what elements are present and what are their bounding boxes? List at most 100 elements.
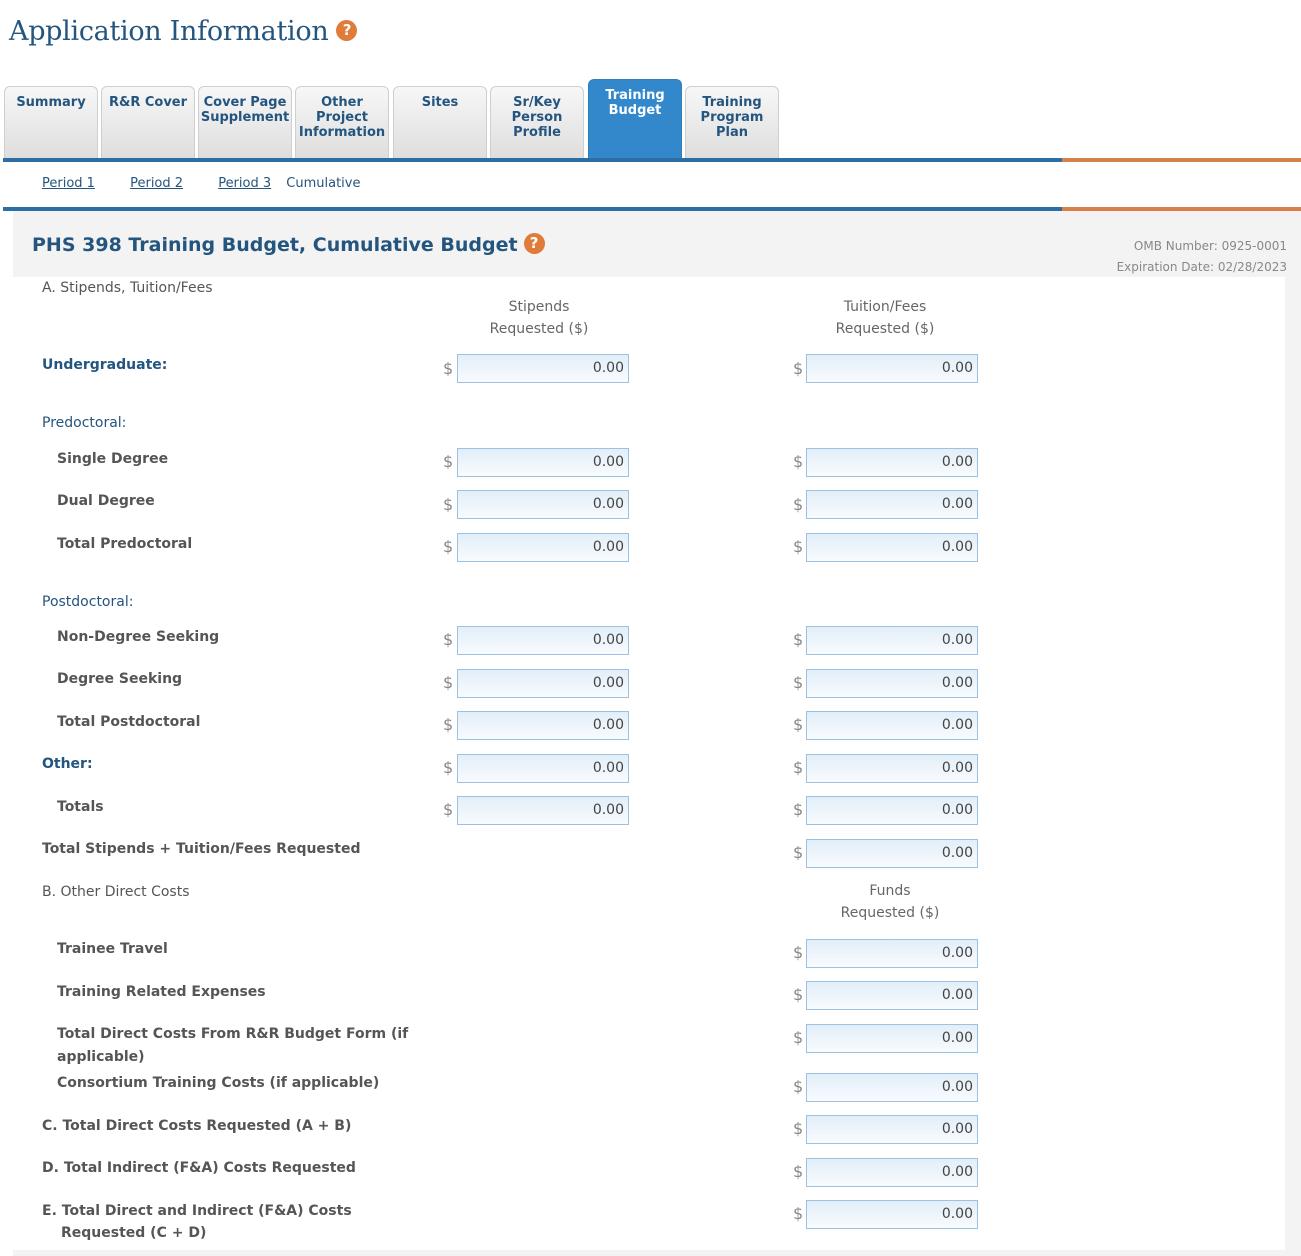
currency-symbol: $: [793, 758, 804, 777]
currency-symbol: $: [443, 359, 454, 378]
degree-seeking-label: Degree Seeking: [57, 671, 183, 687]
total-indirect-costs-label: D. Total Indirect (F&A) Costs Requested: [42, 1160, 356, 1176]
other-tuition-field[interactable]: 0.00: [806, 754, 978, 783]
currency-symbol: $: [443, 495, 454, 514]
total-predoctoral-label: Total Predoctoral: [57, 536, 193, 552]
undergraduate-stipend-field[interactable]: 0.00: [457, 354, 629, 383]
other-label: Other:: [42, 756, 93, 772]
page-title: Application Information?: [9, 16, 358, 47]
consortium-training-costs-label: Consortium Training Costs (if applicable…: [57, 1075, 380, 1091]
training-related-expenses-label: Training Related Expenses: [57, 984, 266, 1000]
currency-symbol: $: [793, 1119, 804, 1138]
single-degree-stipend-field[interactable]: 0.00: [457, 448, 629, 477]
currency-symbol: $: [793, 985, 804, 1004]
total-direct-costs-label: C. Total Direct Costs Requested (A + B): [42, 1118, 352, 1134]
currency-symbol: $: [793, 495, 804, 514]
undergraduate-label: Undergraduate:: [42, 357, 168, 373]
form-title-text: PHS 398 Training Budget, Cumulative Budg…: [32, 234, 518, 256]
currency-symbol: $: [793, 452, 804, 471]
non-degree-seeking-label: Non-Degree Seeking: [57, 629, 220, 645]
undergraduate-tuition-field[interactable]: 0.00: [806, 354, 978, 383]
period-1-link[interactable]: Period 1: [42, 176, 95, 191]
currency-symbol: $: [793, 630, 804, 649]
page-title-text: Application Information: [9, 16, 329, 47]
tab-divider-accent: [1062, 158, 1301, 162]
currency-symbol: $: [793, 943, 804, 962]
single-degree-label: Single Degree: [57, 451, 169, 467]
total-postdoctoral-stipend-field[interactable]: 0.00: [457, 711, 629, 740]
totals-tuition-field[interactable]: 0.00: [806, 796, 978, 825]
tuition-header-line1: Tuition/Fees: [843, 299, 927, 315]
stipends-column-header: Stipends Requested ($): [459, 296, 619, 340]
currency-symbol: $: [793, 1204, 804, 1223]
total-direct-indirect-label-line1: E. Total Direct and Indirect (F&A) Costs: [42, 1203, 352, 1219]
total-direct-costs-field[interactable]: 0.00: [806, 1115, 978, 1144]
section-b-heading: B. Other Direct Costs: [42, 884, 190, 900]
omb-number: OMB Number: 0925-0001: [1133, 239, 1287, 253]
degree-seeking-stipend-field[interactable]: 0.00: [457, 669, 629, 698]
tab-cover-page-supplement[interactable]: Cover Page Supplement: [198, 86, 292, 158]
tab-divider: [3, 158, 1062, 162]
degree-seeking-tuition-field[interactable]: 0.00: [806, 669, 978, 698]
total-direct-indirect-field[interactable]: 0.00: [806, 1200, 978, 1229]
help-icon[interactable]: ?: [336, 20, 358, 41]
tab-sr-key-person-profile[interactable]: Sr/Key Person Profile: [490, 86, 584, 158]
period-2-link[interactable]: Period 2: [130, 176, 183, 191]
currency-symbol: $: [793, 1162, 804, 1181]
other-stipend-field[interactable]: 0.00: [457, 754, 629, 783]
single-degree-tuition-field[interactable]: 0.00: [806, 448, 978, 477]
total-direct-rr-label-line1: Total Direct Costs From R&R Budget Form …: [57, 1026, 409, 1042]
total-stipends-tuition-label: Total Stipends + Tuition/Fees Requested: [42, 841, 361, 857]
funds-header-line1: Funds: [869, 883, 911, 899]
non-degree-stipend-field[interactable]: 0.00: [457, 626, 629, 655]
consortium-training-costs-field[interactable]: 0.00: [806, 1073, 978, 1102]
section-a-heading: A. Stipends, Tuition/Fees: [42, 280, 213, 296]
tuition-header-line2: Requested ($): [835, 321, 935, 337]
currency-symbol: $: [793, 800, 804, 819]
period-nav: Period 1 Period 2 Period 3 Cumulative: [42, 176, 380, 191]
tab-rr-cover[interactable]: R&R Cover: [101, 86, 195, 158]
total-direct-rr-label-line2: applicable): [57, 1049, 145, 1065]
total-stipends-tuition-field[interactable]: 0.00: [806, 839, 978, 868]
total-predoctoral-stipend-field[interactable]: 0.00: [457, 533, 629, 562]
tuition-column-header: Tuition/Fees Requested ($): [805, 296, 965, 340]
currency-symbol: $: [793, 359, 804, 378]
funds-column-header: Funds Requested ($): [810, 880, 970, 924]
total-indirect-costs-field[interactable]: 0.00: [806, 1158, 978, 1187]
currency-symbol: $: [443, 715, 454, 734]
totals-stipend-field[interactable]: 0.00: [457, 796, 629, 825]
stipends-header-line1: Stipends: [508, 299, 570, 315]
currency-symbol: $: [793, 715, 804, 734]
dual-degree-stipend-field[interactable]: 0.00: [457, 490, 629, 519]
trainee-travel-field[interactable]: 0.00: [806, 939, 978, 968]
currency-symbol: $: [443, 673, 454, 692]
currency-symbol: $: [793, 1028, 804, 1047]
total-postdoctoral-tuition-field[interactable]: 0.00: [806, 711, 978, 740]
currency-symbol: $: [793, 537, 804, 556]
expiration-date: Expiration Date: 02/28/2023: [1116, 260, 1287, 274]
dual-degree-label: Dual Degree: [57, 493, 155, 509]
tab-training-budget[interactable]: Training Budget: [588, 79, 682, 158]
tab-training-program-plan[interactable]: Training Program Plan: [685, 86, 779, 158]
period-3-link[interactable]: Period 3: [218, 176, 271, 191]
training-related-expenses-field[interactable]: 0.00: [806, 981, 978, 1010]
tab-summary[interactable]: Summary: [4, 86, 98, 158]
funds-header-line2: Requested ($): [840, 905, 940, 921]
currency-symbol: $: [443, 800, 454, 819]
currency-symbol: $: [793, 843, 804, 862]
currency-symbol: $: [443, 537, 454, 556]
dual-degree-tuition-field[interactable]: 0.00: [806, 490, 978, 519]
currency-symbol: $: [443, 452, 454, 471]
currency-symbol: $: [793, 673, 804, 692]
form-help-icon[interactable]: ?: [523, 233, 545, 254]
stipends-header-line2: Requested ($): [489, 321, 589, 337]
non-degree-tuition-field[interactable]: 0.00: [806, 626, 978, 655]
period-cumulative-current: Cumulative: [286, 176, 361, 191]
tab-sites[interactable]: Sites: [393, 86, 487, 158]
tab-other-project-information[interactable]: Other Project Information: [295, 86, 389, 158]
total-direct-rr-field[interactable]: 0.00: [806, 1024, 978, 1053]
totals-label: Totals: [57, 799, 104, 815]
form-title: PHS 398 Training Budget, Cumulative Budg…: [32, 233, 545, 256]
total-predoctoral-tuition-field[interactable]: 0.00: [806, 533, 978, 562]
postdoctoral-heading: Postdoctoral:: [42, 594, 134, 610]
